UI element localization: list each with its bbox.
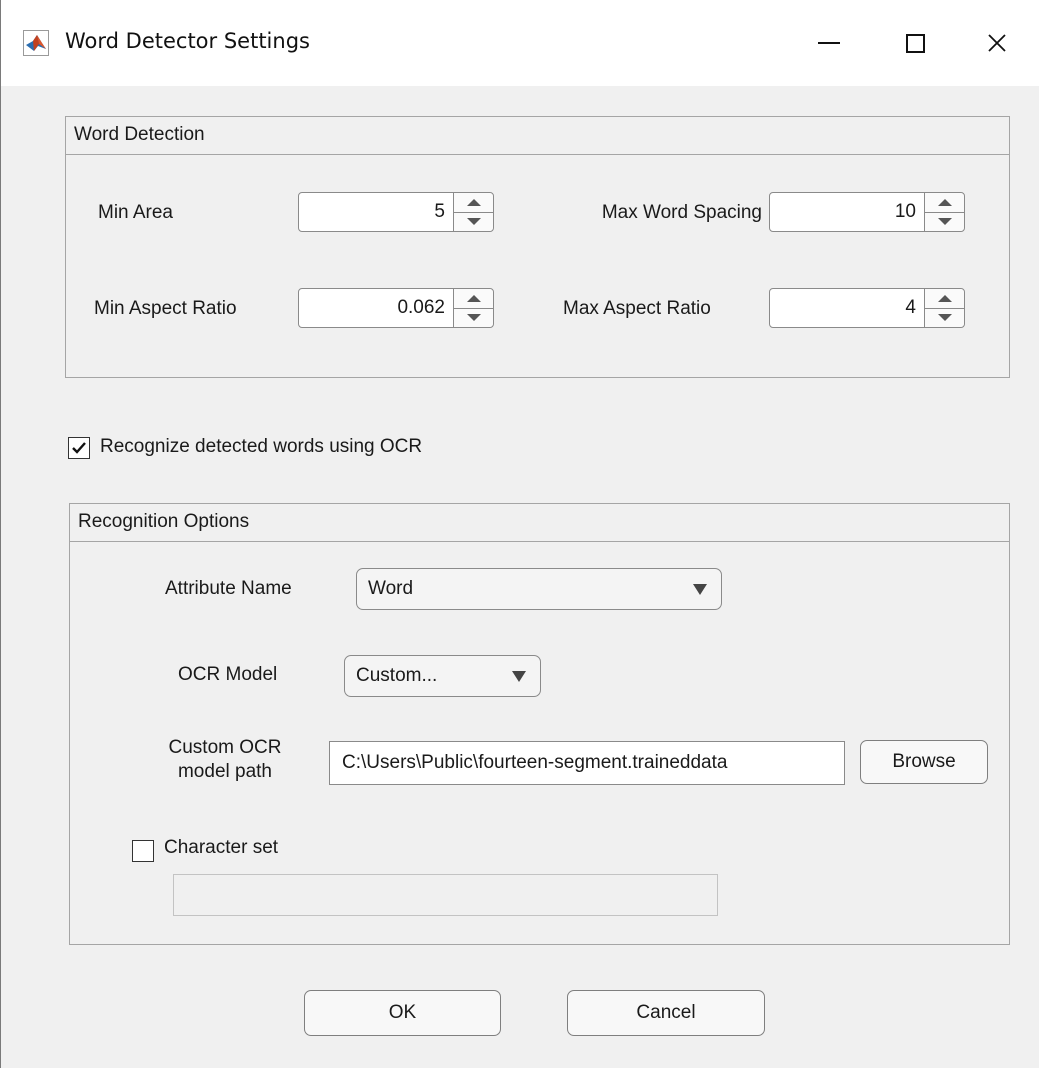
max-word-spacing-decrement-button[interactable] — [925, 212, 964, 231]
recognize-ocr-label[interactable]: Recognize detected words using OCR — [100, 436, 422, 458]
dropdown-arrow-icon — [693, 584, 707, 595]
min-area-spinner[interactable]: 5 — [298, 192, 494, 232]
min-area-value[interactable]: 5 — [434, 193, 445, 231]
attribute-name-label: Attribute Name — [165, 578, 292, 599]
min-area-decrement-button[interactable] — [454, 212, 493, 231]
max-word-spacing-label: Max Word Spacing — [601, 202, 762, 223]
settings-dialog: Word Detector Settings Word Detection Mi… — [0, 0, 1039, 1068]
recognition-options-title: Recognition Options — [70, 504, 1009, 542]
word-detection-panel: Word Detection Min Area 5 Max Word Spaci… — [65, 116, 1010, 378]
character-set-input[interactable] — [173, 874, 718, 916]
dropdown-arrow-icon — [512, 671, 526, 682]
min-aspect-ratio-spinner[interactable]: 0.062 — [298, 288, 494, 328]
custom-model-path-label-line1: Custom OCR — [168, 737, 282, 758]
chevron-up-icon — [937, 295, 952, 302]
max-aspect-ratio-spinner[interactable]: 4 — [769, 288, 965, 328]
chevron-down-icon — [466, 218, 481, 225]
chevron-up-icon — [466, 199, 481, 206]
ocr-model-dropdown[interactable]: Custom... — [344, 655, 541, 697]
chevron-down-icon — [937, 314, 952, 321]
cancel-button[interactable]: Cancel — [567, 990, 765, 1036]
max-word-spacing-spinner[interactable]: 10 — [769, 192, 965, 232]
max-word-spacing-value[interactable]: 10 — [895, 193, 916, 231]
chevron-up-icon — [466, 295, 481, 302]
min-aspect-ratio-label: Min Aspect Ratio — [94, 298, 237, 319]
ocr-model-value: Custom... — [356, 665, 438, 686]
close-button[interactable] — [953, 0, 1039, 86]
word-detection-title: Word Detection — [66, 117, 1009, 155]
recognition-options-panel: Recognition Options Attribute Name Word … — [69, 503, 1010, 945]
custom-model-path-label-line2: model path — [177, 761, 272, 782]
maximize-icon — [905, 33, 925, 53]
attribute-name-value: Word — [368, 578, 414, 599]
title-bar[interactable]: Word Detector Settings — [1, 0, 1039, 86]
ocr-model-label: OCR Model — [178, 664, 278, 685]
chevron-down-icon — [937, 218, 952, 225]
min-area-label: Min Area — [98, 202, 173, 223]
chevron-down-icon — [466, 314, 481, 321]
recognize-ocr-checkbox[interactable] — [68, 437, 90, 459]
close-icon — [987, 34, 1006, 52]
minimize-button[interactable] — [781, 0, 877, 86]
character-set-checkbox[interactable] — [132, 840, 154, 862]
max-aspect-ratio-increment-button[interactable] — [925, 289, 964, 309]
min-aspect-ratio-increment-button[interactable] — [454, 289, 493, 309]
min-aspect-ratio-decrement-button[interactable] — [454, 308, 493, 327]
character-set-label[interactable]: Character set — [164, 837, 278, 859]
min-area-increment-button[interactable] — [454, 193, 493, 213]
chevron-up-icon — [937, 199, 952, 206]
maximize-button[interactable] — [867, 0, 963, 86]
max-word-spacing-increment-button[interactable] — [925, 193, 964, 213]
max-aspect-ratio-value[interactable]: 4 — [905, 289, 916, 327]
min-aspect-ratio-value[interactable]: 0.062 — [397, 289, 445, 327]
matlab-logo-icon — [23, 30, 49, 56]
max-aspect-ratio-label: Max Aspect Ratio — [563, 298, 711, 319]
window-title: Word Detector Settings — [65, 29, 310, 53]
custom-model-path-label: Custom OCR model path — [136, 736, 314, 784]
checkmark-icon — [72, 442, 86, 454]
minimize-icon — [818, 42, 840, 44]
max-aspect-ratio-decrement-button[interactable] — [925, 308, 964, 327]
ok-button[interactable]: OK — [304, 990, 501, 1036]
attribute-name-dropdown[interactable]: Word — [356, 568, 722, 610]
custom-model-path-input[interactable]: C:\Users\Public\fourteen-segment.trained… — [329, 741, 845, 785]
browse-button[interactable]: Browse — [860, 740, 988, 784]
